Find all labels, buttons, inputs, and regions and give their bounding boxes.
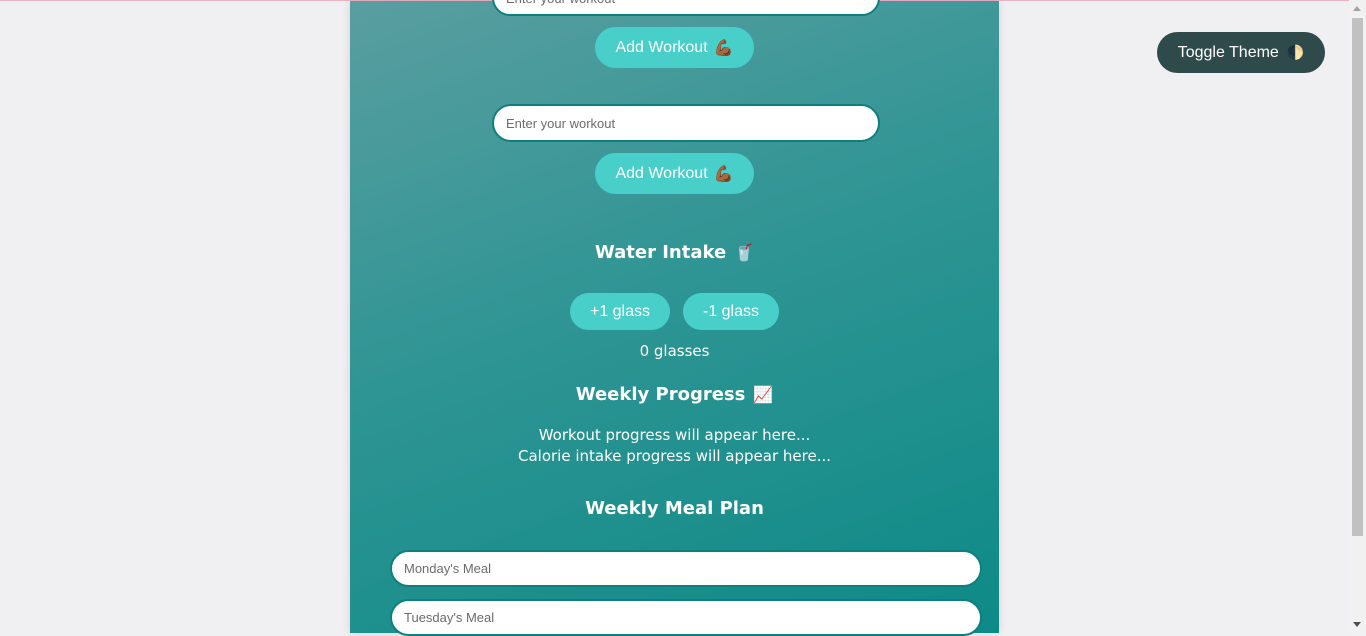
remove-glass-button[interactable]: -1 glass bbox=[683, 293, 779, 330]
water-intake-title: Water Intake bbox=[594, 241, 727, 263]
add-workout-label: Add Workout bbox=[615, 164, 708, 182]
flexed-biceps-icon: 💪🏾 bbox=[713, 39, 734, 57]
add-workout-button-2[interactable]: Add Workout 💪🏾 bbox=[595, 153, 754, 194]
weekly-progress-title: Weekly Progress bbox=[575, 383, 746, 405]
add-glass-button[interactable]: +1 glass bbox=[570, 293, 670, 330]
toggle-theme-button[interactable]: Toggle Theme 🌓 bbox=[1157, 32, 1325, 73]
weekly-meal-plan-title: Weekly Meal Plan bbox=[585, 497, 764, 519]
scroll-up-arrow-icon[interactable] bbox=[1353, 6, 1361, 11]
weekly-meal-plan-heading: Weekly Meal Plan bbox=[350, 495, 999, 521]
half-moon-icon: 🌓 bbox=[1286, 44, 1305, 60]
chart-increasing-icon: 📈 bbox=[753, 384, 774, 404]
tuesday-meal-input[interactable] bbox=[390, 599, 982, 636]
fitness-panel: Add Workout 💪🏾 Add Workout 💪🏾 Water Inta… bbox=[350, 0, 999, 636]
toggle-theme-label: Toggle Theme bbox=[1177, 43, 1279, 61]
glass-count: 0 glasses bbox=[639, 342, 710, 360]
workout-progress-text: Workout progress will appear here... bbox=[538, 426, 811, 444]
add-workout-button-1[interactable]: Add Workout 💪🏾 bbox=[595, 27, 754, 68]
water-intake-heading: Water Intake 🥤 bbox=[350, 239, 999, 265]
add-workout-label: Add Workout bbox=[615, 38, 708, 56]
scroll-down-arrow-icon[interactable] bbox=[1353, 622, 1361, 627]
monday-meal-input[interactable] bbox=[390, 550, 982, 587]
cup-with-straw-icon: 🥤 bbox=[734, 242, 755, 262]
weekly-progress-heading: Weekly Progress 📈 bbox=[350, 381, 999, 407]
workout-input-2[interactable] bbox=[492, 104, 880, 142]
vertical-scrollbar[interactable] bbox=[1349, 0, 1366, 633]
workout-input-1[interactable] bbox=[492, 0, 880, 16]
calorie-progress-text: Calorie intake progress will appear here… bbox=[518, 447, 831, 465]
flexed-biceps-icon: 💪🏾 bbox=[713, 165, 734, 183]
scrollbar-thumb[interactable] bbox=[1352, 18, 1363, 536]
